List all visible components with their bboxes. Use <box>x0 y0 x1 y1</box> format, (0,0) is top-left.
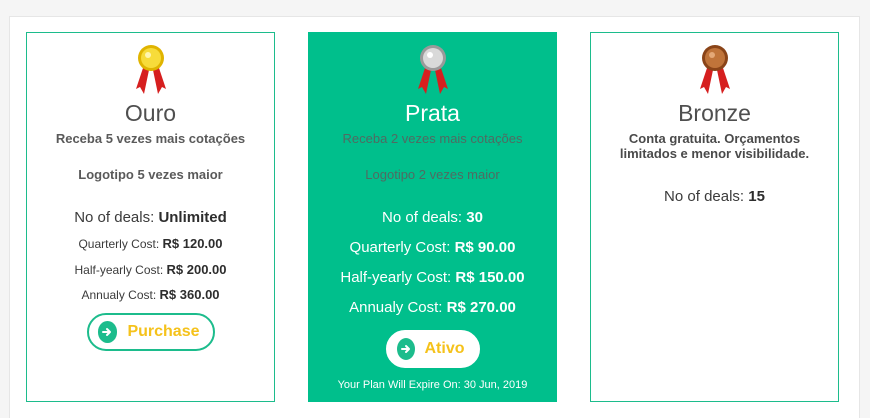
plan-tagline: Receba 5 vezes mais cotações <box>55 131 246 146</box>
arrow-right-icon <box>97 321 118 343</box>
deals-value: Unlimited <box>158 209 227 226</box>
plan-card-ouro: Ouro Receba 5 vezes mais cotações Logoti… <box>26 32 275 402</box>
halfyearly-cost-row: Half-yearly Cost: R$ 150.00 <box>309 269 556 287</box>
plan-name: Prata <box>405 100 460 126</box>
purchase-button[interactable]: Purchase <box>86 313 215 351</box>
annual-label: Annualy Cost: <box>349 299 443 316</box>
annual-label: Annualy Cost: <box>81 288 157 302</box>
active-plan-button[interactable]: Ativo <box>385 330 480 368</box>
halfyearly-cost-row: Half-yearly Cost: R$ 200.00 <box>27 262 274 278</box>
halfyearly-label: Half-yearly Cost: <box>340 269 452 286</box>
quarterly-value: R$ 90.00 <box>454 239 516 256</box>
quarterly-label: Quarterly Cost: <box>78 237 160 251</box>
halfyearly-value: R$ 150.00 <box>455 269 525 286</box>
plan-card-bronze: Bronze Conta gratuita. Orçamentos limita… <box>590 32 839 402</box>
quarterly-value: R$ 120.00 <box>162 236 223 251</box>
plan-logo-text: Logotipo 2 vezes maior <box>365 167 500 182</box>
halfyearly-label: Half-yearly Cost: <box>74 263 164 277</box>
plan-name: Bronze <box>678 100 751 126</box>
deals-row: No of deals: 30 <box>309 209 556 227</box>
deals-row: No of deals: 15 <box>591 188 838 206</box>
arrow-right-icon <box>396 338 415 360</box>
quarterly-label: Quarterly Cost: <box>349 239 451 256</box>
annual-value: R$ 270.00 <box>446 299 516 316</box>
deals-value: 30 <box>466 209 483 226</box>
plan-tagline: Receba 2 vezes mais cotações <box>342 131 523 146</box>
plan-card-prata: Prata Receba 2 vezes mais cotações Logot… <box>308 32 557 402</box>
bronze-medal-icon <box>699 45 730 94</box>
annual-cost-row: Annualy Cost: R$ 270.00 <box>309 299 556 317</box>
deals-value: 15 <box>748 188 765 205</box>
deals-label: No of deals: <box>74 209 155 226</box>
quarterly-cost-row: Quarterly Cost: R$ 90.00 <box>309 239 556 257</box>
plan-tagline: Conta gratuita. Orçamentos limitados e m… <box>619 131 810 161</box>
plan-name: Ouro <box>124 100 177 126</box>
quarterly-cost-row: Quarterly Cost: R$ 120.00 <box>27 236 274 252</box>
plan-logo-text: Logotipo 5 vezes maior <box>78 167 223 182</box>
deals-row: No of deals: Unlimited <box>27 209 274 227</box>
annual-cost-row: Annualy Cost: R$ 360.00 <box>27 287 274 303</box>
halfyearly-value: R$ 200.00 <box>166 262 227 277</box>
deals-label: No of deals: <box>382 209 463 226</box>
purchase-button-label: Purchase <box>127 323 200 340</box>
gold-medal-icon <box>135 45 166 94</box>
active-plan-button-label: Ativo <box>424 340 465 357</box>
plan-expiry-text: Your Plan Will Expire On: 30 Jun, 2019 <box>337 379 528 391</box>
annual-value: R$ 360.00 <box>159 287 220 302</box>
silver-medal-icon <box>417 45 448 94</box>
deals-label: No of deals: <box>664 188 745 205</box>
